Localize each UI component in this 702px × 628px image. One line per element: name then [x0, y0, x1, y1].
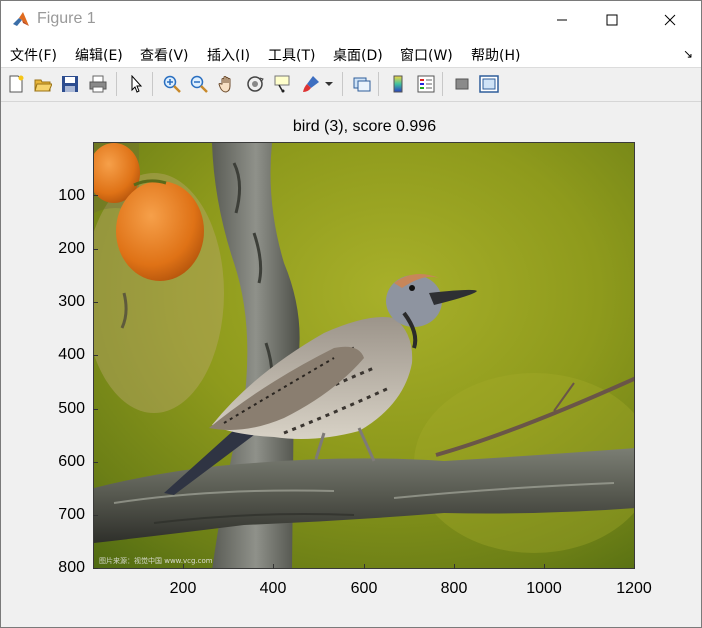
menu-help[interactable]: 帮助(H): [471, 45, 520, 65]
zoom-in-button[interactable]: [161, 73, 183, 95]
zoom-in-icon: [163, 75, 181, 93]
link-plot-icon: [353, 77, 371, 92]
new-figure-button[interactable]: [5, 73, 27, 95]
show-plot-tools-button[interactable]: [478, 73, 500, 95]
data-cursor-icon: [274, 75, 290, 93]
colorbar-button[interactable]: [387, 73, 409, 95]
x-tickmark: [544, 564, 545, 569]
axes-title: bird (3), score 0.996: [292, 118, 437, 135]
new-figure-icon: [9, 75, 24, 93]
print-button[interactable]: [87, 73, 109, 95]
print-icon: [89, 75, 107, 93]
link-plot-button[interactable]: [351, 73, 373, 95]
toolbar-separator: [442, 72, 443, 96]
x-tick-label: 800: [440, 580, 468, 597]
toolbar-separator: [152, 72, 153, 96]
y-tickmark: [93, 249, 98, 250]
menu-desktop[interactable]: 桌面(D): [333, 45, 383, 65]
toolbar-separator: [342, 72, 343, 96]
hide-plot-tools-icon: [455, 78, 469, 90]
zoom-out-button[interactable]: [188, 73, 210, 95]
y-tick-label: 200: [58, 240, 85, 257]
pan-hand-icon: [218, 76, 231, 93]
y-tickmark: [93, 302, 98, 303]
watermark-text: 图片来源：视觉中国 www.vcg.com: [99, 556, 213, 565]
x-tick-label: 1200: [616, 580, 652, 597]
menu-view[interactable]: 查看(V): [140, 45, 189, 65]
y-tickmark: [93, 462, 98, 463]
y-tick-label: 100: [58, 187, 85, 204]
maximize-button[interactable]: [589, 1, 635, 39]
colorbar-icon: [393, 75, 403, 93]
menu-file[interactable]: 文件(F): [10, 45, 57, 65]
rotate-3d-button[interactable]: [244, 73, 266, 95]
y-tickmark: [93, 515, 98, 516]
figure-canvas: bird (3), score 0.996 图片来源：视觉中国 www.vcg.…: [1, 102, 701, 627]
y-tick-label: 700: [58, 506, 85, 523]
y-tickmark: [93, 568, 98, 569]
data-cursor-button[interactable]: [272, 73, 294, 95]
close-button[interactable]: [647, 1, 693, 39]
toolbar-separator: [116, 72, 117, 96]
pointer-button[interactable]: [125, 73, 147, 95]
minimize-icon: [557, 19, 567, 21]
y-tickmark: [93, 195, 98, 196]
x-tick-label: 600: [350, 580, 378, 597]
dock-arrow-icon[interactable]: ↘: [683, 47, 693, 61]
y-tick-label: 300: [58, 293, 85, 310]
toolbar-separator: [378, 72, 379, 96]
open-file-icon: [34, 79, 52, 92]
save-icon: [62, 76, 78, 92]
pointer-icon: [131, 75, 143, 93]
hide-plot-tools-button[interactable]: [451, 73, 473, 95]
bird-photo: 图片来源：视觉中国 www.vcg.com: [94, 143, 634, 568]
brush-dropdown-button[interactable]: [323, 73, 335, 95]
zoom-out-icon: [190, 75, 208, 93]
show-plot-tools-icon: [479, 75, 499, 93]
y-tickmark: [93, 355, 98, 356]
pan-button[interactable]: [216, 73, 238, 95]
image-axes[interactable]: 图片来源：视觉中国 www.vcg.com: [93, 142, 635, 569]
x-tickmark: [454, 564, 455, 569]
window-title: Figure 1: [37, 10, 96, 27]
y-tick-label: 400: [58, 346, 85, 363]
open-file-button[interactable]: [32, 73, 54, 95]
matlab-logo-icon: [11, 10, 31, 30]
figure-window: Figure 1 文件(F) 编辑(E) 查看(V) 插入(I) 工具(T) 桌…: [0, 0, 702, 628]
save-button[interactable]: [59, 73, 81, 95]
minimize-button[interactable]: [539, 1, 585, 39]
menu-bar: 文件(F) 编辑(E) 查看(V) 插入(I) 工具(T) 桌面(D) 窗口(W…: [1, 39, 701, 68]
x-tick-label: 1000: [526, 580, 562, 597]
title-bar[interactable]: Figure 1: [1, 1, 701, 39]
y-tick-label: 500: [58, 400, 85, 417]
x-tickmark: [364, 564, 365, 569]
brush-icon: [303, 76, 319, 92]
x-tick-label: 200: [169, 580, 197, 597]
figure-toolbar: [1, 68, 701, 102]
y-tick-label: 800: [58, 559, 85, 576]
menu-insert[interactable]: 插入(I): [207, 45, 250, 65]
menu-window[interactable]: 窗口(W): [400, 45, 453, 65]
brush-button[interactable]: [300, 73, 322, 95]
y-tickmark: [93, 409, 98, 410]
rotate-3d-icon: [247, 76, 264, 92]
x-tickmark: [273, 564, 274, 569]
chevron-down-icon: [325, 82, 333, 86]
close-icon: [664, 14, 676, 26]
x-tick-label: 400: [259, 580, 287, 597]
legend-button[interactable]: [415, 73, 437, 95]
maximize-icon: [606, 14, 618, 26]
x-tickmark: [183, 564, 184, 569]
legend-icon: [417, 75, 435, 93]
x-tickmark: [634, 564, 635, 569]
y-tick-label: 600: [58, 453, 85, 470]
menu-edit[interactable]: 编辑(E): [75, 45, 123, 65]
menu-tools[interactable]: 工具(T): [268, 45, 315, 65]
